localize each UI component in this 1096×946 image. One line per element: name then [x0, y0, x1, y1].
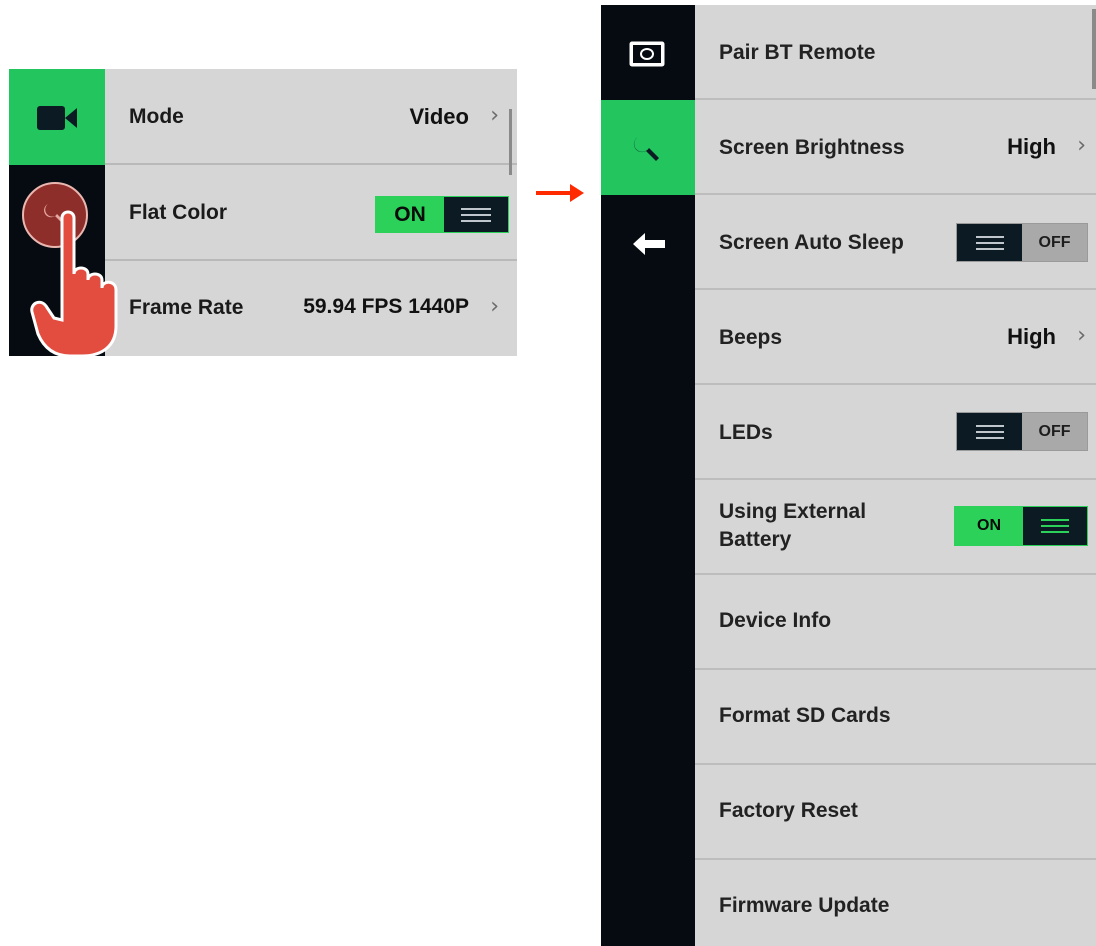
- toggle-knob: [957, 413, 1022, 450]
- leds-row: LEDs OFF: [695, 385, 1096, 480]
- right-arrow-icon: [536, 184, 584, 202]
- pair-bt-remote-label: Pair BT Remote: [719, 41, 876, 64]
- screen-auto-sleep-toggle[interactable]: OFF: [956, 223, 1088, 262]
- screen-brightness-label: Screen Brightness: [719, 136, 905, 159]
- wrench-icon: [633, 137, 659, 161]
- frame-rate-label: Frame Rate: [129, 296, 244, 319]
- device-info-row[interactable]: Device Info: [695, 575, 1096, 670]
- camera-icon: [629, 41, 665, 67]
- back-arrow-icon: [633, 233, 665, 255]
- mode-value: Video: [409, 104, 469, 129]
- tab-back[interactable]: [601, 195, 695, 290]
- format-sd-cards-row[interactable]: Format SD Cards: [695, 670, 1096, 765]
- chevron-right-icon: ›: [490, 103, 499, 128]
- frame-rate-row[interactable]: Frame Rate 59.94 FPS 1440P ›: [105, 261, 517, 356]
- toggle-on-label: ON: [376, 197, 444, 232]
- firmware-update-label: Firmware Update: [719, 894, 890, 917]
- format-sd-cards-label: Format SD Cards: [719, 704, 891, 727]
- using-external-battery-label-line2: Battery: [719, 528, 792, 551]
- menu-lines-icon: [975, 424, 1004, 439]
- flat-color-toggle[interactable]: ON: [375, 196, 509, 233]
- toggle-knob: [1023, 507, 1087, 545]
- scrollbar[interactable]: [509, 109, 512, 175]
- factory-reset-row[interactable]: Factory Reset: [695, 765, 1096, 860]
- menu-lines-icon: [461, 207, 491, 222]
- toggle-on-label: ON: [955, 507, 1023, 545]
- firmware-update-row[interactable]: Firmware Update: [695, 860, 1096, 946]
- leds-label: LEDs: [719, 421, 773, 444]
- chevron-right-icon: ›: [490, 294, 499, 319]
- factory-reset-label: Factory Reset: [719, 799, 858, 822]
- using-external-battery-toggle[interactable]: ON: [954, 506, 1088, 546]
- mode-row[interactable]: Mode Video ›: [105, 69, 517, 165]
- tab-video-mode[interactable]: [9, 69, 105, 165]
- beeps-label: Beeps: [719, 326, 783, 349]
- screen-auto-sleep-row: Screen Auto Sleep OFF: [695, 195, 1096, 290]
- toggle-knob: [957, 224, 1022, 261]
- menu-lines-icon: [975, 235, 1004, 250]
- device-info-label: Device Info: [719, 609, 832, 632]
- beeps-value: High: [1007, 324, 1056, 349]
- flat-color-row: Flat Color ON: [105, 165, 517, 261]
- toggle-off-label: OFF: [1022, 413, 1087, 450]
- screen-brightness-value: High: [1007, 134, 1056, 159]
- screen-brightness-row[interactable]: Screen Brightness High ›: [695, 100, 1096, 195]
- settings-panel: Pair BT Remote Screen Brightness High › …: [601, 5, 1096, 946]
- using-external-battery-row: Using External Battery ON: [695, 480, 1096, 575]
- pair-bt-remote-row[interactable]: Pair BT Remote: [695, 5, 1096, 100]
- pointing-hand-icon: [30, 210, 118, 358]
- menu-lines-icon: [1041, 519, 1069, 533]
- tab-camera[interactable]: [601, 5, 695, 100]
- chevron-right-icon: ›: [1077, 323, 1086, 348]
- mode-label: Mode: [129, 105, 184, 128]
- chevron-right-icon: ›: [1077, 133, 1086, 158]
- beeps-row[interactable]: Beeps High ›: [695, 290, 1096, 385]
- right-sidebar: [601, 5, 695, 946]
- leds-toggle[interactable]: OFF: [956, 412, 1088, 451]
- toggle-off-label: OFF: [1022, 224, 1087, 261]
- video-camera-icon: [37, 106, 77, 130]
- using-external-battery-label-line1: Using External: [719, 500, 867, 523]
- toggle-knob: [444, 197, 508, 232]
- flat-color-label: Flat Color: [129, 201, 227, 224]
- frame-rate-value: 59.94 FPS 1440P: [303, 295, 469, 318]
- screen-auto-sleep-label: Screen Auto Sleep: [719, 231, 904, 254]
- tab-settings[interactable]: [601, 100, 695, 195]
